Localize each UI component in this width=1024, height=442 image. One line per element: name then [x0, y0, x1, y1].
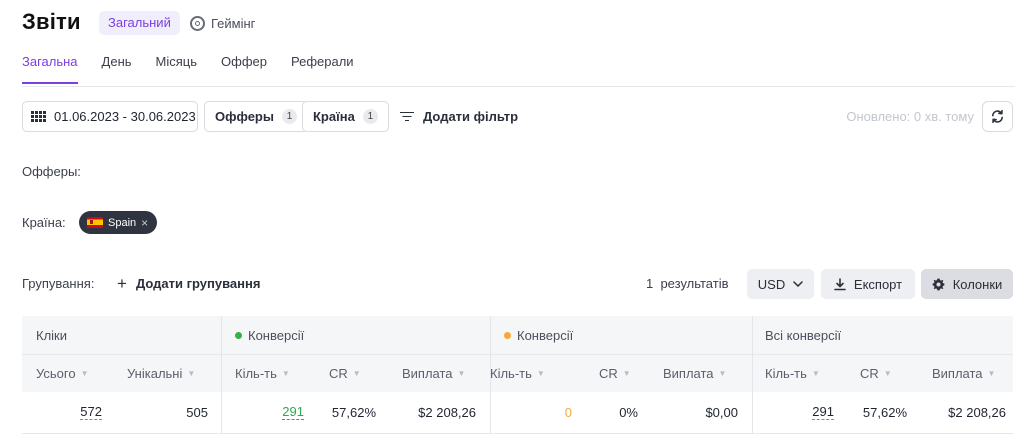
sort-icon: ▼	[811, 369, 820, 378]
report-type-gaming[interactable]: Геймінг	[190, 11, 255, 35]
group-all-conversions-label: Всі конверсії	[765, 327, 842, 343]
col-header-approved-payout[interactable]: Виплата ▼	[402, 355, 465, 392]
tab-month[interactable]: Місяць	[156, 54, 197, 86]
tab-general[interactable]: Загальна	[22, 54, 78, 86]
col-header-approved-count[interactable]: Кіль-ть ▼	[235, 355, 290, 392]
column-group-divider	[490, 316, 491, 434]
cell-approved-cr: 57,62%	[331, 405, 376, 420]
country-chip-spain[interactable]: Spain ×	[79, 211, 158, 234]
sort-icon: ▼	[457, 369, 466, 378]
sort-icon: ▼	[536, 369, 545, 378]
refresh-icon	[992, 109, 1003, 124]
group-clicks-label: Кліки	[36, 327, 67, 343]
report-type-gaming-label: Геймінг	[211, 15, 256, 31]
country-count-badge: 1	[362, 109, 378, 124]
country-filter-button[interactable]: Країна 1	[302, 101, 389, 132]
nav-divider	[22, 86, 1015, 87]
group-conversions-pending: Конверсії	[504, 316, 573, 354]
tab-referrals[interactable]: Реферали	[291, 54, 354, 86]
cell-pending-payout: $0,00	[705, 405, 738, 420]
add-filter-label: Додати фільтр	[423, 109, 519, 124]
tab-offer[interactable]: Оффер	[221, 54, 267, 86]
refresh-button[interactable]	[982, 101, 1013, 132]
group-conversions-approved-label: Конверсії	[248, 327, 305, 343]
group-conversions-pending-label: Конверсії	[517, 327, 574, 343]
col-header-pending-count[interactable]: Кіль-ть ▼	[490, 355, 545, 392]
offers-filter-button[interactable]: Офферы 1	[204, 101, 308, 132]
cell-approved-count[interactable]: 291	[222, 392, 304, 433]
plus-icon: +	[117, 273, 127, 293]
currency-value: USD	[757, 276, 786, 292]
cell-pending-count: 0	[564, 405, 572, 420]
cell-all-cr: 57,62%	[862, 405, 907, 420]
report-nav: Загальна День Місяць Оффер Реферали	[22, 54, 378, 86]
sort-icon: ▼	[987, 369, 996, 378]
col-header-total[interactable]: Усього ▼	[36, 355, 89, 392]
remove-chip-icon[interactable]: ×	[141, 216, 148, 230]
col-header-unique[interactable]: Унікальні ▼	[127, 355, 195, 392]
group-clicks: Кліки	[36, 316, 67, 354]
col-header-pending-cr[interactable]: CR ▼	[599, 355, 631, 392]
page-title: Звіти	[22, 9, 81, 34]
results-count: 1 результатів	[646, 276, 729, 291]
offers-count-badge: 1	[281, 109, 297, 124]
group-conversions-approved: Конверсії	[235, 316, 304, 354]
green-dot-icon	[235, 331, 242, 339]
columns-button[interactable]: Колонки	[921, 269, 1013, 299]
col-header-all-cr[interactable]: CR ▼	[860, 355, 892, 392]
spain-flag-icon	[87, 217, 103, 228]
export-button[interactable]: Експорт	[821, 269, 915, 299]
column-group-divider	[752, 316, 753, 434]
tab-day[interactable]: День	[102, 54, 132, 86]
col-header-pending-payout[interactable]: Виплата ▼	[663, 355, 726, 392]
group-all-conversions: Всі конверсії	[765, 316, 841, 354]
chevron-down-icon	[793, 281, 803, 287]
sort-icon: ▼	[718, 369, 727, 378]
offers-filter-label: Офферы	[215, 109, 274, 124]
grouping-label: Групування:	[22, 276, 95, 291]
sort-icon: ▼	[883, 369, 892, 378]
add-grouping-label: Додати групування	[135, 276, 261, 291]
table-group-header: Кліки Конверсії Конверсії Всі конверсії	[22, 316, 1013, 354]
col-header-all-payout[interactable]: Виплата ▼	[932, 355, 995, 392]
currency-select[interactable]: USD	[747, 269, 814, 299]
country-filter-label: Країна	[313, 109, 355, 124]
cell-unique-clicks: 505	[186, 405, 208, 420]
export-label: Експорт	[853, 276, 903, 292]
col-header-all-count[interactable]: Кіль-ть ▼	[765, 355, 820, 392]
filter-icon	[400, 111, 414, 122]
updated-status: Оновлено: 0 хв. тому	[846, 109, 974, 124]
table-row: 572 505 291 57,62% $2 208,26 0 0% $0,00 …	[22, 392, 1013, 434]
sort-icon: ▼	[187, 369, 196, 378]
add-filter-button[interactable]: Додати фільтр	[400, 101, 518, 132]
column-group-divider	[221, 316, 222, 434]
add-grouping-button[interactable]: + Додати групування	[117, 273, 261, 293]
date-range-value: 01.06.2023 - 30.06.2023	[54, 109, 196, 124]
table-column-header: Усього ▼ Унікальні ▼ Кіль-ть ▼ CR ▼ Виплата ▼…	[22, 354, 1013, 392]
cell-all-count[interactable]: 291	[752, 392, 834, 433]
sort-icon: ▼	[622, 369, 631, 378]
sort-icon: ▼	[80, 369, 89, 378]
sort-icon: ▼	[352, 369, 361, 378]
col-header-approved-cr[interactable]: CR ▼	[329, 355, 361, 392]
download-icon	[834, 277, 846, 290]
date-range-picker[interactable]: 01.06.2023 - 30.06.2023	[22, 101, 198, 132]
calendar-grid-icon	[31, 110, 47, 123]
columns-label: Колонки	[952, 276, 1003, 292]
cell-total-clicks[interactable]: 572	[22, 392, 102, 433]
cell-approved-payout: $2 208,26	[418, 405, 476, 420]
report-type-general[interactable]: Загальний	[99, 11, 180, 35]
sort-icon: ▼	[281, 369, 290, 378]
target-icon	[190, 15, 205, 31]
offers-filter-row-label: Офферы:	[22, 164, 81, 179]
cell-pending-cr: 0%	[619, 405, 638, 420]
cell-all-payout: $2 208,26	[948, 405, 1006, 420]
country-filter-row-label: Країна:	[22, 215, 66, 230]
gear-icon	[932, 278, 945, 290]
orange-dot-icon	[504, 331, 511, 339]
country-chip-label: Spain	[108, 216, 137, 229]
